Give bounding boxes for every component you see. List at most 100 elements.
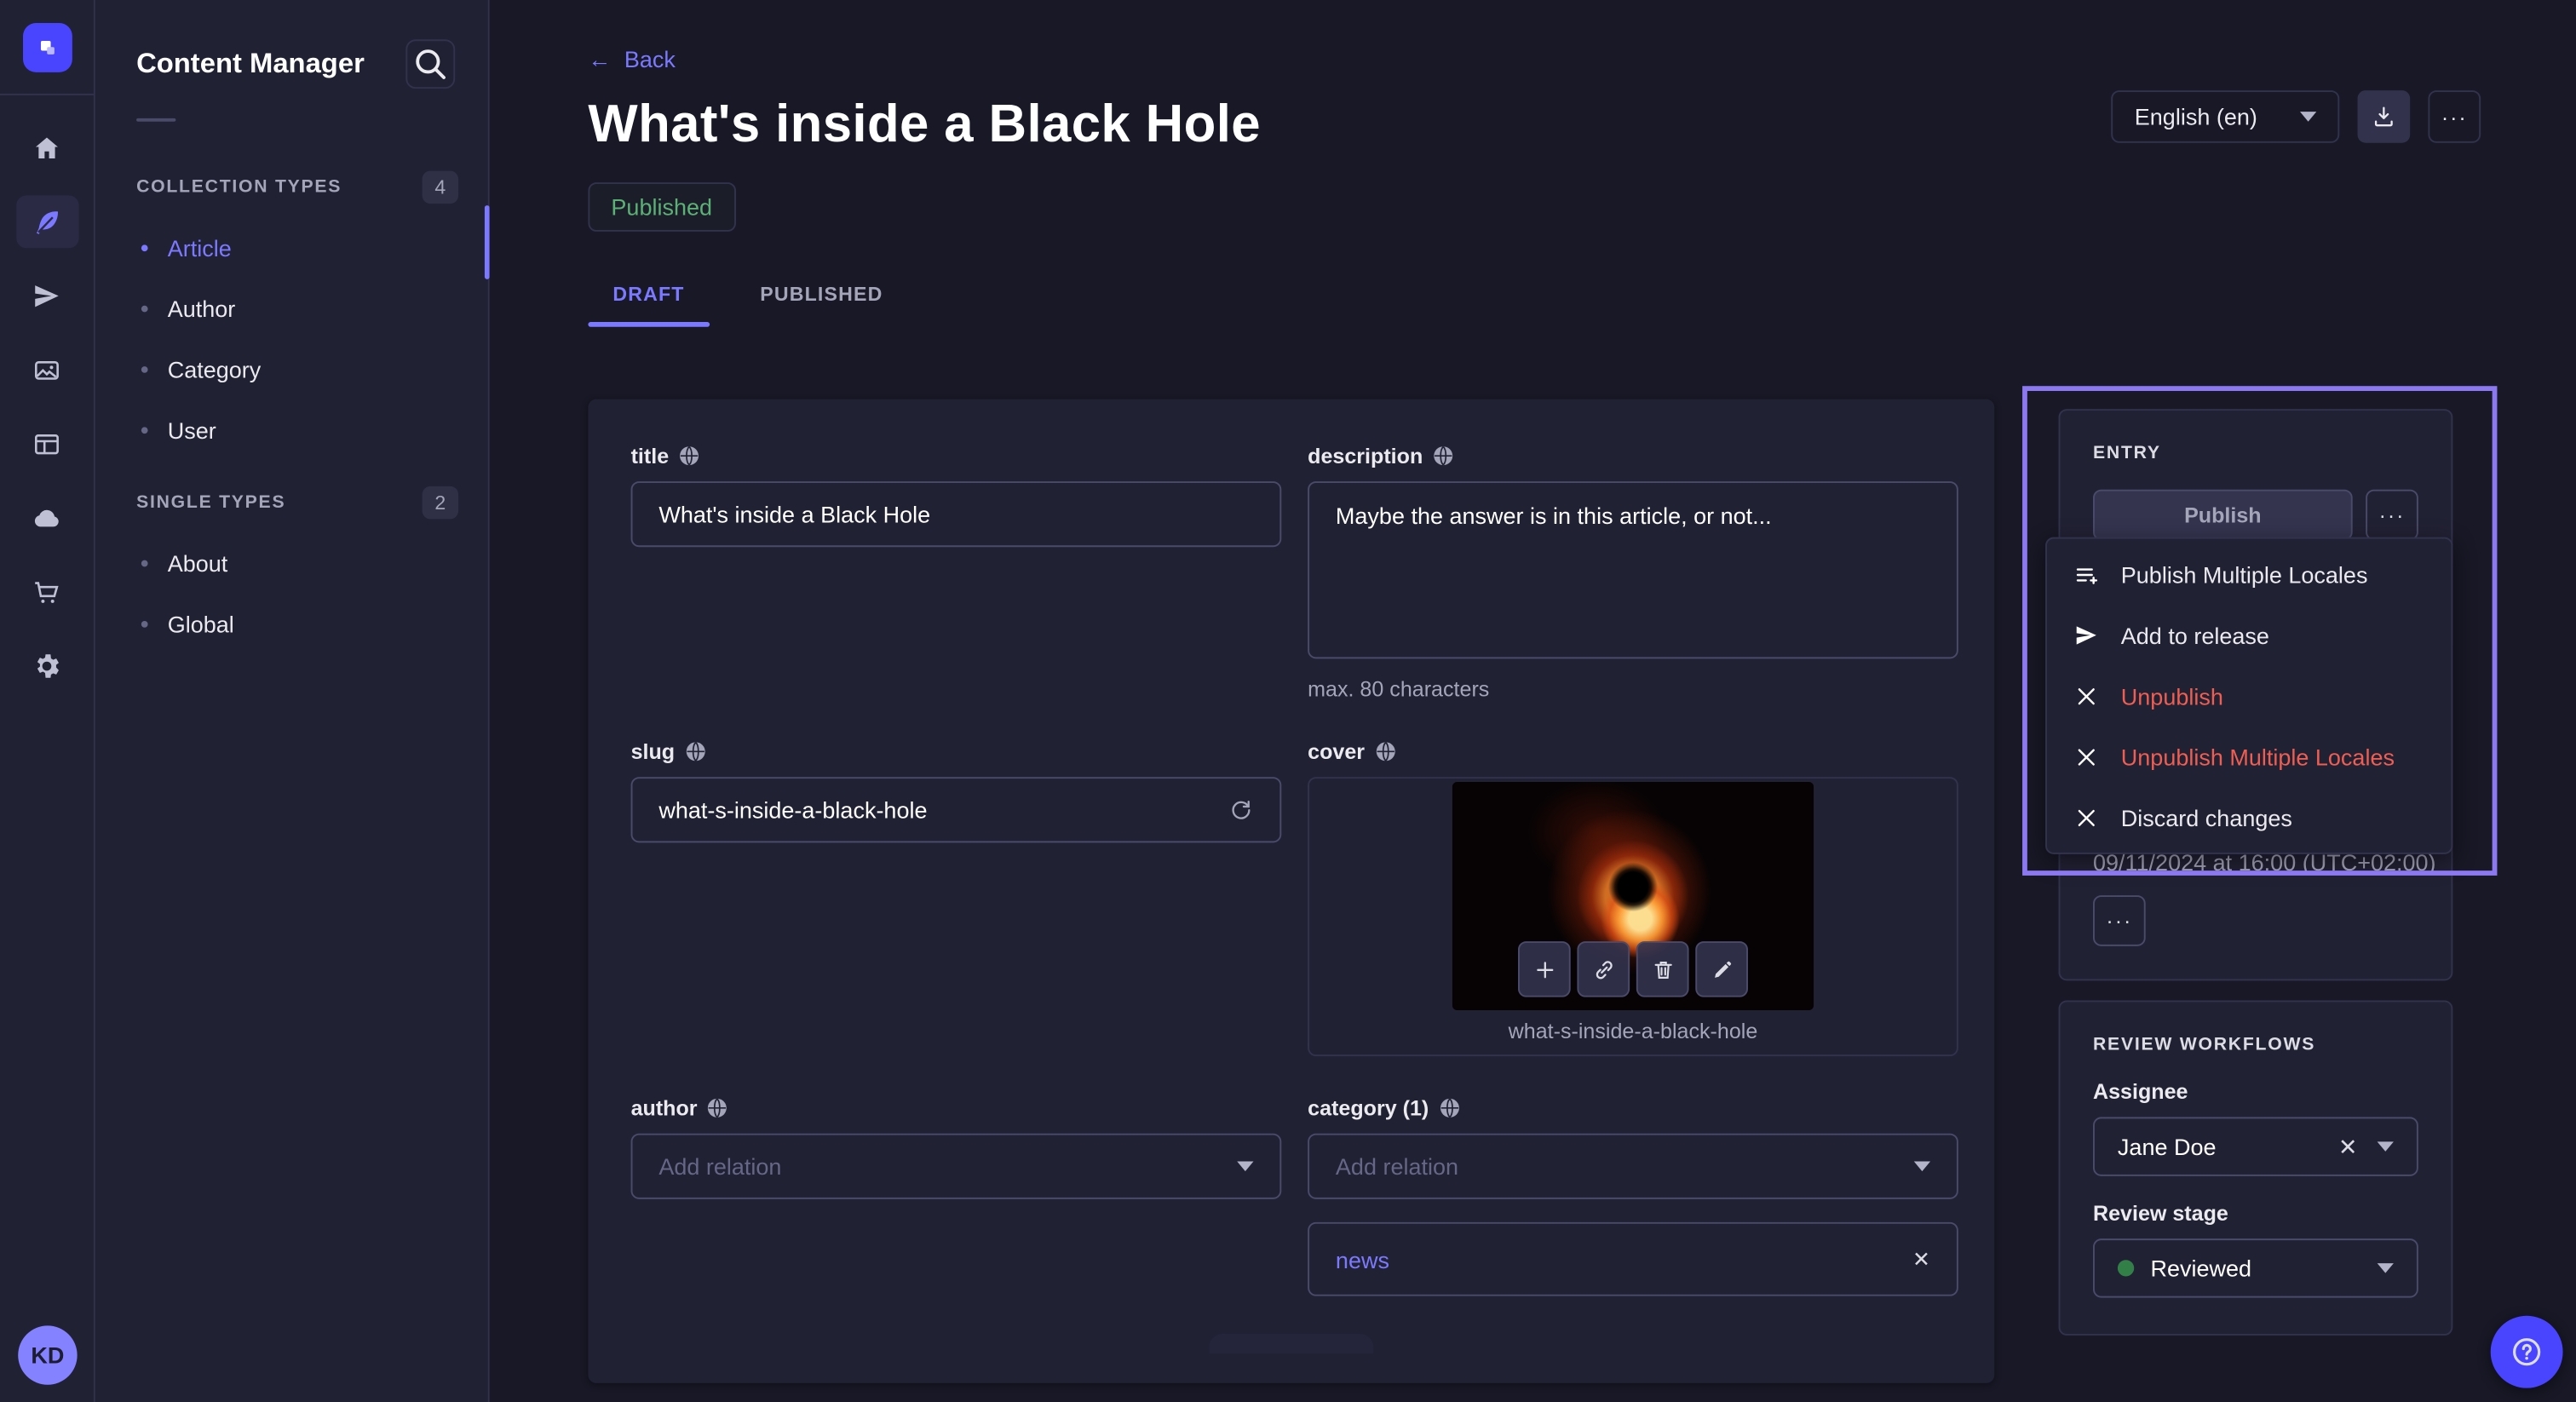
nav-settings[interactable] [15, 639, 78, 692]
nav-content-manager[interactable] [15, 195, 78, 248]
description-textarea[interactable]: Maybe the answer is in this article, or … [1308, 481, 1958, 658]
entry-panel-title: ENTRY [2093, 444, 2418, 463]
section-collection-types: COLLECTION TYPES [136, 177, 342, 197]
bullet-icon [141, 620, 148, 627]
remove-relation-icon[interactable]: ✕ [1912, 1246, 1930, 1273]
sidebar-item-global[interactable]: Global [95, 593, 488, 653]
cover-add-button[interactable] [1518, 941, 1571, 997]
nav-deploy[interactable] [15, 491, 78, 544]
bullet-icon [141, 365, 148, 372]
title-input[interactable]: What's inside a Black Hole [631, 481, 1282, 547]
menu-discard-changes[interactable]: Discard changes [2047, 787, 2451, 848]
next-section-peek [1209, 1334, 1373, 1353]
category-relation-select[interactable]: Add relation [1308, 1134, 1958, 1199]
home-icon [32, 132, 63, 164]
tab-draft[interactable]: DRAFT [588, 283, 709, 327]
bullet-icon [141, 426, 148, 433]
bullet-icon [141, 244, 148, 250]
menu-publish-multiple-locales[interactable]: Publish Multiple Locales [2047, 543, 2451, 604]
locale-select[interactable]: English (en) [2112, 90, 2339, 143]
field-label-text: slug [631, 739, 676, 764]
chevron-down-icon [2300, 112, 2316, 122]
sidebar-item-category[interactable]: Category [95, 338, 488, 399]
relation-news-link[interactable]: news [1336, 1246, 1389, 1273]
sidebar-search-button[interactable] [405, 39, 455, 89]
bullet-icon [141, 560, 148, 566]
localized-globe-icon [679, 445, 700, 467]
review-stage-select[interactable]: Reviewed [2093, 1238, 2418, 1297]
plus-icon [1532, 957, 1556, 981]
sidebar-divider [136, 118, 175, 122]
sidebar-item-author[interactable]: Author [95, 278, 488, 338]
sidebar-item-user[interactable]: User [95, 399, 488, 460]
entry-more-button[interactable]: ··· [2366, 490, 2418, 541]
nav-marketplace[interactable] [15, 565, 78, 618]
chevron-down-icon [1237, 1161, 1253, 1171]
back-link[interactable]: ← Back [588, 46, 675, 72]
entry-actions-menu: Publish Multiple Locales Add to release … [2045, 537, 2452, 854]
chevron-down-icon [1914, 1161, 1930, 1171]
cover-toolbar [1518, 941, 1748, 997]
menu-add-to-release[interactable]: Add to release [2047, 605, 2451, 665]
section-single-types: SINGLE TYPES [136, 493, 285, 513]
tab-published[interactable]: PUBLISHED [735, 283, 907, 327]
cross-icon [2073, 744, 2100, 770]
user-avatar[interactable]: KD [18, 1324, 77, 1383]
stage-status-dot [2118, 1260, 2134, 1276]
pencil-icon [1710, 957, 1734, 981]
cloud-icon [32, 502, 63, 533]
images-icon [32, 354, 63, 386]
chevron-down-icon [2378, 1263, 2394, 1273]
author-placeholder: Add relation [658, 1153, 781, 1180]
gear-icon [32, 650, 63, 681]
trash-icon [1650, 957, 1675, 981]
header-more-button[interactable]: ··· [2428, 90, 2481, 143]
menu-item-label: Unpublish [2121, 682, 2223, 709]
ellipsis-icon: ··· [2106, 908, 2132, 933]
category-placeholder: Add relation [1336, 1153, 1458, 1180]
locale-value: English (en) [2135, 103, 2257, 129]
cover-edit-button[interactable] [1695, 941, 1748, 997]
cover-image-black-hole[interactable] [1452, 782, 1814, 1010]
localized-globe-icon [1439, 1097, 1460, 1118]
cover-copy-link-button[interactable] [1577, 941, 1630, 997]
sidebar-item-label: Category [168, 356, 262, 382]
title-value: What's inside a Black Hole [658, 501, 930, 527]
nav-content-type-builder[interactable] [15, 417, 78, 470]
review-workflows-title: REVIEW WORKFLOWS [2093, 1035, 2418, 1054]
nav-releases[interactable] [15, 269, 78, 322]
menu-unpublish[interactable]: Unpublish [2047, 665, 2451, 726]
category-field-label: category (1) [1308, 1095, 1958, 1120]
publish-button[interactable]: Publish [2093, 490, 2353, 541]
nav-media-library[interactable] [15, 343, 78, 396]
paper-plane-icon [32, 280, 63, 312]
localized-globe-icon [1375, 741, 1396, 762]
info-more-button[interactable]: ··· [2093, 895, 2146, 946]
regenerate-icon[interactable] [1228, 796, 1254, 823]
author-relation-select[interactable]: Add relation [631, 1134, 1282, 1199]
cross-icon [2073, 682, 2100, 709]
sidebar-item-article[interactable]: Article [95, 217, 488, 278]
field-label-text: title [631, 444, 670, 468]
assignee-select[interactable]: Jane Doe ✕ [2093, 1117, 2418, 1175]
content-manager-sidebar: Content Manager COLLECTION TYPES 4 Artic… [95, 0, 490, 1402]
ellipsis-icon: ··· [2441, 104, 2468, 129]
slug-input[interactable]: what-s-inside-a-black-hole [631, 777, 1282, 842]
cover-delete-button[interactable] [1636, 941, 1689, 997]
nav-home[interactable] [15, 122, 78, 175]
slug-field-label: slug [631, 739, 1282, 764]
link-icon [1591, 957, 1616, 981]
version-tabs: DRAFT PUBLISHED [588, 283, 2576, 327]
menu-item-label: Discard changes [2121, 804, 2292, 830]
help-button[interactable] [2491, 1316, 2563, 1388]
sidebar-item-about[interactable]: About [95, 532, 488, 593]
field-label-text: author [631, 1095, 698, 1120]
clear-assignee-icon[interactable]: ✕ [2338, 1133, 2358, 1161]
strapi-logo[interactable] [22, 23, 72, 72]
sidebar-item-label: User [168, 417, 216, 443]
back-arrow-icon: ← [588, 46, 611, 72]
export-button[interactable] [2357, 90, 2410, 143]
description-field-label: description [1308, 444, 1958, 468]
menu-unpublish-multiple-locales[interactable]: Unpublish Multiple Locales [2047, 726, 2451, 786]
strapi-admin: KD Content Manager COLLECTION TYPES 4 Ar… [0, 0, 2576, 1402]
